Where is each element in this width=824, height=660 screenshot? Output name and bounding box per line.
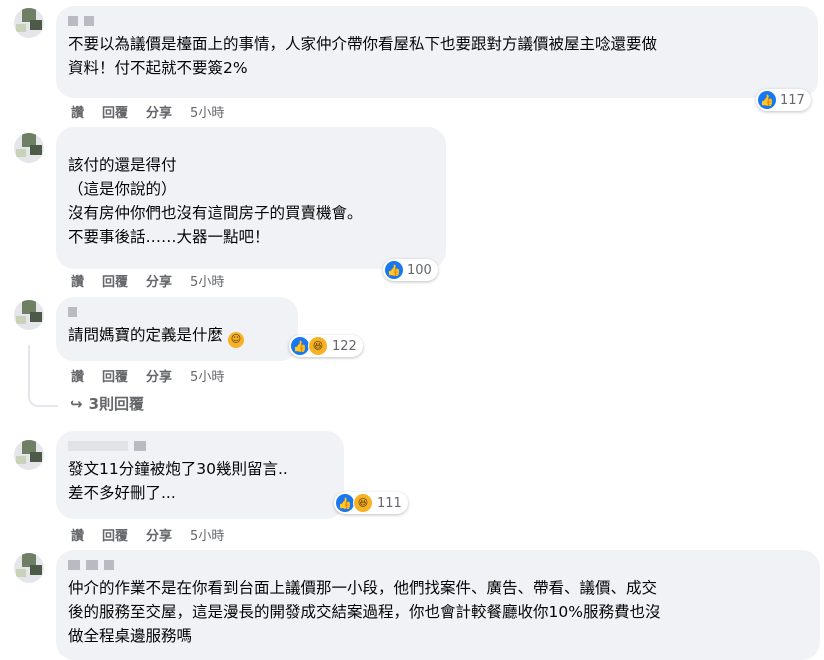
- timestamp[interactable]: 5小時: [190, 271, 224, 290]
- reply-button[interactable]: 回覆: [102, 366, 128, 385]
- share-button[interactable]: 分享: [146, 525, 172, 544]
- commenter-name[interactable]: [68, 305, 286, 319]
- reaction-count[interactable]: 👍 😆 111: [334, 492, 408, 514]
- comment-text: 不要以為議價是檯面上的事情，人家仲介帶你看屋私下也要跟對方議價被屋主唸還要做 資…: [68, 35, 658, 77]
- comment-text: 發文11分鐘被炮了30幾則留言.. 差不多好刪了...: [68, 460, 288, 502]
- comment-bubble: 發文11分鐘被炮了30幾則留言.. 差不多好刪了...: [56, 431, 344, 519]
- timestamp[interactable]: 5小時: [190, 102, 224, 121]
- share-button[interactable]: 分享: [146, 271, 172, 290]
- like-button[interactable]: 讚: [71, 102, 84, 121]
- avatar[interactable]: [14, 300, 44, 330]
- comment-text: 該付的還是得付 （這是你說的） 沒有房仲你們也沒有這間房子的買賣機會。 不要事後…: [68, 156, 363, 246]
- like-button[interactable]: 讚: [71, 271, 84, 290]
- thumbs-up-icon: 👍: [291, 337, 309, 355]
- thumbs-up-icon: 👍: [385, 261, 403, 279]
- timestamp[interactable]: 5小時: [190, 366, 224, 385]
- timestamp[interactable]: 5小時: [190, 525, 224, 544]
- avatar[interactable]: [14, 8, 44, 38]
- commenter-name[interactable]: [68, 558, 808, 572]
- reaction-count[interactable]: 👍 😆 122: [289, 335, 363, 357]
- reply-arrow-icon: ↪: [70, 394, 83, 413]
- comment-bubble: 不要以為議價是檯面上的事情，人家仲介帶你看屋私下也要跟對方議價被屋主唸還要做 資…: [56, 6, 818, 98]
- thumbs-up-icon: 👍: [758, 91, 776, 109]
- avatar[interactable]: [14, 133, 44, 163]
- reply-button[interactable]: 回覆: [102, 271, 128, 290]
- comment-bubble: 仲介的作業不是在你看到台面上議價那一小段，他們找案件、廣告、帶看、議價、成交 後…: [56, 550, 820, 660]
- commenter-name[interactable]: [68, 439, 332, 453]
- comment-bubble: 該付的還是得付 （這是你說的） 沒有房仲你們也沒有這間房子的買賣機會。 不要事後…: [56, 127, 446, 269]
- avatar[interactable]: [14, 553, 44, 583]
- avatar[interactable]: [14, 440, 44, 470]
- view-replies-button[interactable]: ↪ 3則回覆: [70, 393, 144, 414]
- thread-connector: [28, 345, 58, 407]
- reaction-count[interactable]: 👍 100: [383, 259, 438, 281]
- share-button[interactable]: 分享: [146, 366, 172, 385]
- comment-text: 請問媽寶的定義是什麼: [68, 326, 224, 344]
- like-button[interactable]: 讚: [71, 525, 84, 544]
- comment-text: 仲介的作業不是在你看到台面上議價那一小段，他們找案件、廣告、帶看、議價、成交 後…: [68, 579, 661, 645]
- haha-icon: 😆: [353, 493, 373, 513]
- thumbs-up-icon: 👍: [336, 494, 354, 512]
- like-button[interactable]: 讚: [71, 366, 84, 385]
- smile-emoji-icon: ☺: [227, 332, 244, 348]
- comment-bubble: 請問媽寶的定義是什麼 ☺: [56, 297, 298, 361]
- commenter-name[interactable]: [68, 14, 806, 28]
- haha-icon: 😆: [308, 336, 328, 356]
- reply-button[interactable]: 回覆: [102, 525, 128, 544]
- reply-button[interactable]: 回覆: [102, 102, 128, 121]
- share-button[interactable]: 分享: [146, 102, 172, 121]
- reaction-count[interactable]: 👍 117: [756, 89, 811, 111]
- commenter-name[interactable]: [68, 135, 434, 149]
